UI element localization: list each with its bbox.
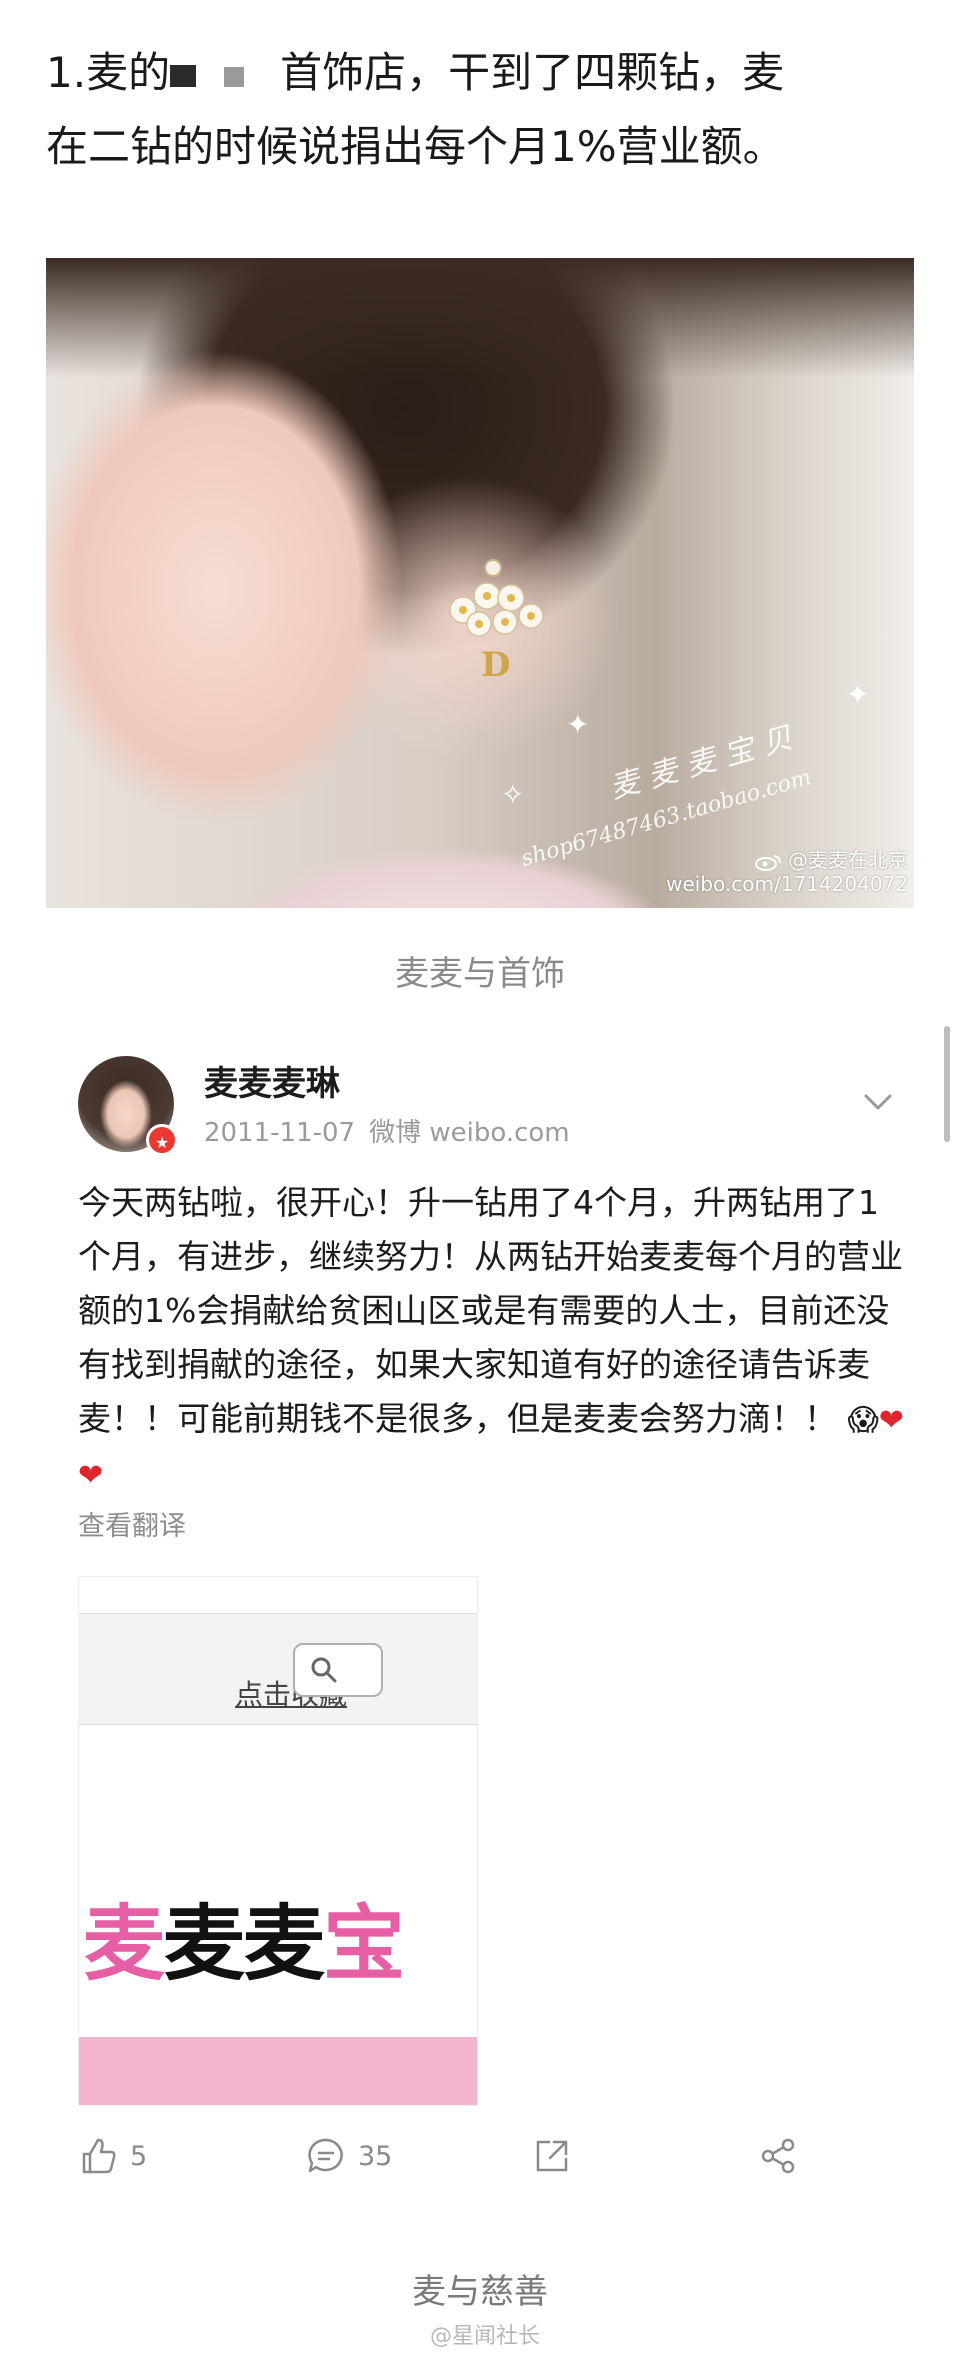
attached-image[interactable]: 点击收藏 麦麦麦宝 bbox=[78, 1576, 478, 2106]
heart-emoji-icon: ❤ bbox=[78, 1458, 104, 1493]
chevron-down-icon[interactable] bbox=[860, 1090, 896, 1114]
share-icon bbox=[536, 2140, 568, 2172]
sparkle-icon: ✦ bbox=[846, 678, 870, 711]
redaction-mark bbox=[170, 61, 245, 91]
verified-badge-icon: ★ bbox=[146, 1124, 178, 1156]
intro-line2: 在二钻的时候说捐出每个月1%营业额。 bbox=[46, 122, 785, 171]
post-meta: 2011-11-07 微博 weibo.com bbox=[204, 1112, 570, 1149]
search-box bbox=[293, 1643, 383, 1697]
comment-button[interactable]: 35 bbox=[306, 2126, 392, 2186]
scrollbar[interactable] bbox=[944, 1026, 950, 1142]
comment-icon bbox=[308, 2138, 343, 2173]
intro-text: 1.麦的 首饰店，干到了四颗钻，麦 在二钻的时候说捐出每个月1%营业额。 bbox=[46, 36, 926, 184]
like-button[interactable]: 5 bbox=[78, 2126, 147, 2186]
shop-brand-logo: 麦麦麦宝 bbox=[83, 1877, 405, 1996]
search-icon bbox=[311, 1657, 337, 1683]
section-caption: 麦与慈善 bbox=[412, 2272, 548, 2312]
share-nodes-icon bbox=[761, 2138, 795, 2174]
brand-char: 宝 bbox=[323, 1897, 405, 1992]
brand-char: 麦 bbox=[83, 1897, 165, 1992]
shocked-emoji-icon: 😱 bbox=[847, 1402, 879, 1438]
photo-caption: 麦麦与首饰 bbox=[395, 954, 565, 994]
brand-char: 麦 bbox=[163, 1897, 245, 1992]
weibo-watermark: @麦麦在北京 weibo.com/1714204072 bbox=[666, 848, 908, 896]
post-text: 今天两钻啦，很开心！升一钻用了4个月，升两钻用了1个月，有进步，继续努力！从两钻… bbox=[78, 1183, 903, 1438]
weibo-watermark-bottom: @星闻社长 bbox=[430, 2324, 541, 2349]
post-username[interactable]: 麦麦麦琳 bbox=[204, 1056, 340, 1105]
weibo-url: weibo.com/1714204072 bbox=[666, 872, 908, 896]
earring-icon: D bbox=[449, 559, 544, 685]
post-body: 今天两钻啦，很开心！升一钻用了4个月，升两钻用了1个月，有进步，继续努力！从两钻… bbox=[78, 1176, 908, 1503]
weibo-handle: @麦麦在北京 bbox=[788, 848, 908, 872]
heart-emoji-icon: ❤ bbox=[878, 1402, 904, 1438]
thumbs-up-icon bbox=[82, 2138, 116, 2174]
weibo-logo-icon bbox=[754, 854, 781, 871]
intro-line1-suffix: 首饰店，干到了四颗钻，麦 bbox=[280, 48, 785, 97]
post-actions: 5 35 bbox=[78, 2126, 908, 2186]
intro-line1-prefix: 1.麦的 bbox=[46, 48, 171, 97]
comment-count: 35 bbox=[358, 2140, 393, 2172]
translate-link[interactable]: 查看翻译 bbox=[78, 1504, 186, 1543]
post-source: 微博 weibo.com bbox=[369, 1118, 570, 1148]
brand-char: 麦 bbox=[243, 1897, 325, 1992]
post-date: 2011-11-07 bbox=[204, 1118, 356, 1148]
like-count: 5 bbox=[130, 2140, 148, 2172]
svg-text:D: D bbox=[481, 645, 510, 685]
share-button[interactable] bbox=[758, 2126, 798, 2186]
jewelry-photo: D ✦ ✦ ✧ 麦 麦 麦 宝 贝 shop67487463.taobao.co… bbox=[46, 258, 914, 908]
sparkle-icon: ✦ bbox=[566, 708, 590, 741]
repost-button[interactable] bbox=[532, 2126, 572, 2186]
sparkle-icon: ✧ bbox=[501, 778, 525, 811]
